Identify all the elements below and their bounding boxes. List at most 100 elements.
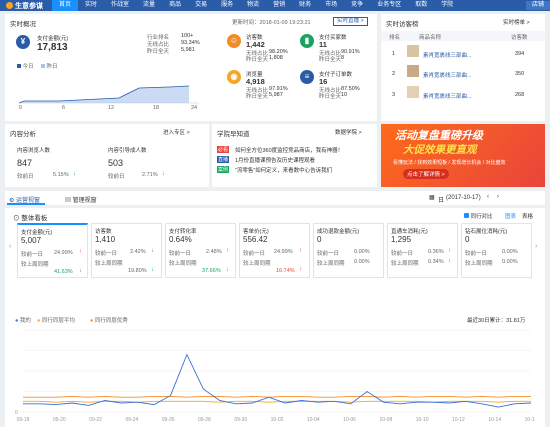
metric-card-avg-price[interactable]: 客单价(元) 556.42 较前一日 24.99% ↑ 较上周同期 16.74%… <box>239 223 310 278</box>
nav-item-traffic[interactable]: 流量 <box>136 0 162 11</box>
visitor-count: 268 <box>515 92 525 98</box>
nav-item-service[interactable]: 服务 <box>214 0 240 11</box>
content-guide-label: 内容引导成人数 <box>108 148 147 154</box>
next-arrow-icon[interactable]: › <box>535 243 537 250</box>
rank-value: 100+ <box>181 33 194 39</box>
up-arrow-icon: ↑ <box>79 249 82 255</box>
card-compare-label: 较上周同期 <box>169 261 197 267</box>
realtime-trend-chart <box>19 85 199 104</box>
card-value: 1,410 <box>95 235 116 244</box>
shop-menu[interactable]: 店铺 <box>525 1 550 10</box>
prev-arrow-icon[interactable]: ‹ <box>9 243 11 250</box>
card-label: 访客数 <box>95 229 112 235</box>
content-title: 内容分析 <box>10 131 36 138</box>
nav-item-logistics[interactable]: 物流 <box>240 0 266 11</box>
metric-card-conversion[interactable]: 支付转化率 0.64% 较前一日 2.48% ↑ 较上周同期 37.66% ↓ <box>165 223 236 278</box>
x-tick: 0 <box>19 105 23 111</box>
legend-avg-label: 同行同层平均 <box>41 318 75 324</box>
nav-item-marketing[interactable]: 营销 <box>266 0 292 11</box>
metric-card-zuanzhan[interactable]: 钻石展位消耗(元) 0 较前一日 0.00% 较上周同期 0.00% <box>461 223 532 278</box>
x-tick-label: 10-04 <box>307 417 320 423</box>
calendar-icon[interactable]: ▦ <box>429 194 435 201</box>
legend-mine: ● 我的 <box>15 318 31 324</box>
nav-item-warroom[interactable]: 作战室 <box>104 0 136 11</box>
tab-underline <box>7 203 45 205</box>
card-compare-value: 2.48% <box>206 249 222 255</box>
compare-label: 同行对比 <box>470 214 493 220</box>
card-compare-label: 较前一日 <box>465 251 488 257</box>
metric-card-ztc[interactable]: 直通车消耗(元) 1,295 较前一日 0.36% ↑ 较上周同期 0.34% … <box>387 223 458 278</box>
nav-item-home[interactable]: 首页 <box>52 0 79 11</box>
x-tick-label: 10-12 <box>452 417 465 423</box>
promo-banner[interactable]: 活动复盘重磅升级 大促效果更直观 看懂玩法 / 找到效果短板 / 发现增长机会 … <box>381 124 545 187</box>
academy-article-link[interactable]: “流零售”如何定义，来看数中心告诉我们 <box>235 166 332 174</box>
buyer-value: 11 <box>319 40 327 49</box>
visitor-value: 1,442 <box>246 40 265 49</box>
x-tick-label: 09-30 <box>234 417 247 423</box>
metric-sub-label: 昨日全天 <box>319 94 342 100</box>
nav-item-data[interactable]: 取数 <box>408 0 434 11</box>
card-compare-value: 16.74% <box>276 268 295 274</box>
card-label: 支付金额(元) <box>21 230 53 236</box>
card-compare-label: 较上周同期 <box>243 261 271 267</box>
product-name-link[interactable]: 素肖宽裹线三部曲... <box>423 51 472 59</box>
tab-manage-label: 管理视窗 <box>72 198 97 204</box>
x-tick-label: 10-08 <box>379 417 392 423</box>
product-name-link[interactable]: 素肖宽裹线三部曲... <box>423 71 472 79</box>
card-compare-value: 0.34% <box>428 259 444 265</box>
product-thumb <box>407 86 419 98</box>
rank-number: 1 <box>392 51 396 57</box>
rank-link[interactable]: 实时榜单 > <box>503 18 530 26</box>
rank-col-header: 访客数 <box>511 35 528 41</box>
up-arrow-icon: ↑ <box>299 267 302 273</box>
product-name-link[interactable]: 素肖宽裹线三部曲... <box>423 92 472 100</box>
nav-item-market[interactable]: 市场 <box>318 0 344 11</box>
nav-item-finance[interactable]: 财务 <box>292 0 318 11</box>
card-compare-value: 37.66% <box>202 268 221 274</box>
live-link[interactable]: 实时直播 > <box>333 17 368 26</box>
nav-item-realtime[interactable]: 实时 <box>78 0 104 11</box>
pay-label: 支付金额(元) <box>37 36 69 42</box>
down-arrow-icon: ↓ <box>448 258 451 264</box>
card-compare-label: 较上周同期 <box>465 261 493 267</box>
metric-card-visitor[interactable]: 访客数 1,410 较前一日 2.42% ↓ 较上周同期 19.80% ↓ <box>91 223 162 278</box>
rank-col-header: 商品名称 <box>419 35 442 41</box>
content-views-label: 内容浏览人数 <box>17 148 51 154</box>
date-granularity[interactable]: 日 <box>438 195 444 204</box>
change-value: 2.71% <box>142 172 158 178</box>
next-date-icon[interactable]: › <box>497 194 499 200</box>
suborder-value: 16 <box>319 77 328 86</box>
card-value: 1,295 <box>391 235 412 244</box>
nav-item-product[interactable]: 商品 <box>162 0 188 11</box>
nav-item-business[interactable]: 业务专区 <box>370 0 408 11</box>
brand[interactable]: 生意参谋 <box>0 1 52 11</box>
nav-item-academy[interactable]: 学院 <box>434 0 460 11</box>
legend-mine-label: 我的 <box>19 318 31 324</box>
card-compare-label: 较前一日 <box>243 251 266 257</box>
academy-article-link[interactable]: 如何全方位360度监控竞品商店，我有神器！ <box>235 146 343 154</box>
card-label: 直通车消耗(元) <box>391 229 428 235</box>
compare-toggle[interactable]: 同行对比 <box>464 212 493 220</box>
metric-card-pay[interactable]: 支付金额(元) 5,007 较前一日 24.99% ↑ 较上周同期 41.63%… <box>17 223 88 278</box>
metric-card-refund[interactable]: 成功退款金额(元) 0 较前一日 0.00% 较上周同期 0.00% <box>313 223 384 278</box>
view-table-button[interactable]: 表格 <box>522 212 533 220</box>
card-label: 支付转化率 <box>169 229 197 235</box>
view-chart-button[interactable]: 图表 <box>505 212 516 220</box>
tab-manage[interactable]: ▤ 管理视窗 <box>65 195 97 204</box>
legend-best-label: 同行同层优秀 <box>94 318 128 324</box>
up-arrow-icon: ↑ <box>226 248 229 254</box>
checkbox-icon <box>464 213 469 218</box>
nav-item-trade[interactable]: 交易 <box>188 0 214 11</box>
x-tick-label: 09-18 <box>17 417 30 423</box>
nav-item-competition[interactable]: 竞争 <box>344 0 370 11</box>
academy-article-link[interactable]: 1月份直播课预告及历史课程观看 <box>235 156 315 164</box>
content-link[interactable]: 进入专区 > <box>163 128 190 136</box>
down-arrow-icon: ↓ <box>151 267 154 273</box>
banner-cta-button[interactable]: 点击了解详情 > <box>403 169 449 179</box>
prev-date-icon[interactable]: ‹ <box>487 194 489 200</box>
yesterday-label: 昨日全天 <box>147 49 170 55</box>
card-compare-label: 较上周同期 <box>21 262 49 268</box>
academy-link[interactable]: 数据学院 > <box>335 128 362 136</box>
card-compare-value: 0.00% <box>354 259 370 265</box>
content-views-value: 847 <box>17 158 33 168</box>
